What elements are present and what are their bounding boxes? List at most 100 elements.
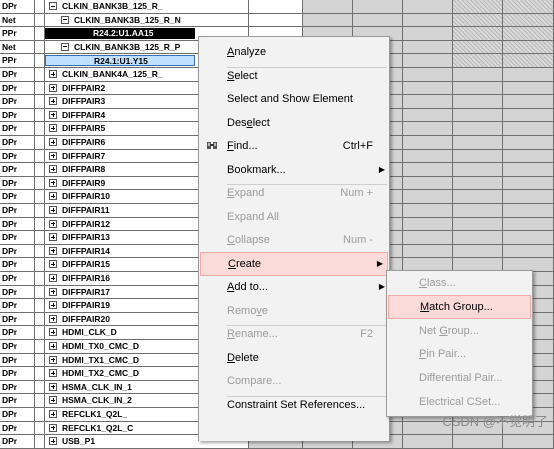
grid-cell[interactable] — [453, 40, 503, 55]
grid-cell[interactable] — [503, 231, 554, 245]
object-cell[interactable]: CLKIN_BANK3B_125_R_N — [45, 13, 249, 28]
object-cell[interactable]: CLKIN_BANK3B_125_R_ — [45, 0, 249, 14]
grid-cell[interactable] — [453, 122, 503, 136]
grid-cell[interactable] — [453, 27, 503, 41]
expand-icon[interactable] — [49, 369, 57, 378]
grid-cell[interactable] — [249, 0, 303, 14]
grid-cell[interactable] — [453, 217, 503, 232]
grid-cell[interactable] — [453, 190, 503, 204]
grid-cell[interactable] — [503, 27, 554, 41]
grid-cell[interactable] — [503, 13, 554, 28]
menu-item-delete[interactable]: Delete — [199, 346, 389, 370]
expand-icon[interactable] — [49, 233, 57, 242]
grid-cell[interactable] — [403, 54, 453, 68]
grid-cell[interactable] — [453, 149, 503, 164]
expand-icon[interactable] — [49, 355, 57, 364]
menu-item-pin-pair[interactable]: Pin Pair... — [387, 342, 532, 366]
grid-cell[interactable] — [403, 190, 453, 204]
grid-cell[interactable] — [453, 435, 503, 449]
grid-cell[interactable] — [403, 176, 453, 191]
grid-cell[interactable] — [403, 435, 453, 449]
grid-cell[interactable] — [503, 95, 554, 109]
expand-icon[interactable] — [49, 178, 57, 187]
grid-cell[interactable] — [503, 0, 554, 14]
expand-icon[interactable] — [49, 437, 57, 446]
menu-item-expand[interactable]: Expand Num + — [199, 181, 389, 205]
grid-cell[interactable] — [503, 68, 554, 82]
menu-item-net-group[interactable]: Net Group... — [387, 319, 532, 343]
expand-icon[interactable] — [49, 287, 57, 296]
expand-icon[interactable] — [49, 246, 57, 255]
expand-icon[interactable] — [49, 192, 57, 201]
grid-cell[interactable] — [353, 13, 403, 28]
grid-cell[interactable] — [403, 122, 453, 136]
collapse-icon[interactable] — [61, 42, 69, 51]
grid-cell[interactable] — [503, 435, 554, 449]
expand-icon[interactable] — [49, 124, 57, 133]
grid-cell[interactable] — [403, 27, 453, 41]
grid-cell[interactable] — [403, 95, 453, 109]
menu-item-create[interactable]: Create ▶ — [200, 251, 388, 276]
grid-cell[interactable] — [503, 40, 554, 55]
collapse-icon[interactable] — [49, 2, 57, 10]
menu-item-deselect[interactable]: Deselect — [199, 111, 389, 135]
menu-item-class[interactable]: Class... — [387, 271, 532, 295]
grid-cell[interactable] — [403, 68, 453, 82]
expand-icon[interactable] — [49, 410, 57, 418]
grid-cell[interactable] — [403, 13, 453, 28]
expand-icon[interactable] — [49, 138, 57, 146]
menu-item-rename[interactable]: Rename... F2 — [199, 322, 389, 346]
grid-cell[interactable] — [403, 217, 453, 232]
expand-icon[interactable] — [49, 342, 57, 350]
expand-icon[interactable] — [49, 151, 57, 160]
menu-item-find[interactable]: Find... Ctrl+F — [199, 134, 389, 158]
grid-cell[interactable] — [353, 0, 403, 14]
grid-cell[interactable] — [503, 136, 554, 150]
grid-cell[interactable] — [503, 204, 554, 218]
menu-item-bookmark[interactable]: Bookmark... ▶ — [199, 158, 389, 182]
expand-icon[interactable] — [49, 260, 57, 269]
expand-icon[interactable] — [49, 382, 57, 391]
grid-cell[interactable] — [403, 149, 453, 164]
expand-icon[interactable] — [49, 396, 57, 405]
menu-item-constraint-set-refs[interactable]: Constraint Set References... — [199, 393, 389, 417]
grid-cell[interactable] — [453, 95, 503, 109]
grid-cell[interactable] — [453, 54, 503, 68]
expand-icon[interactable] — [49, 206, 57, 214]
grid-cell[interactable] — [503, 190, 554, 204]
grid-cell[interactable] — [453, 244, 503, 259]
grid-cell[interactable] — [453, 163, 503, 177]
grid-cell[interactable] — [403, 244, 453, 259]
grid-cell[interactable] — [403, 108, 453, 123]
expand-icon[interactable] — [49, 110, 57, 119]
grid-cell[interactable] — [503, 122, 554, 136]
collapse-icon[interactable] — [61, 15, 69, 24]
menu-item-select[interactable]: Select — [199, 64, 389, 88]
grid-cell[interactable] — [503, 54, 554, 68]
menu-item-differential-pair[interactable]: Differential Pair... — [387, 366, 532, 390]
expand-icon[interactable] — [49, 83, 57, 92]
grid-cell[interactable] — [453, 108, 503, 123]
grid-cell[interactable] — [503, 244, 554, 259]
expand-icon[interactable] — [49, 301, 57, 310]
expand-icon[interactable] — [49, 314, 57, 323]
grid-cell[interactable] — [453, 231, 503, 245]
grid-cell[interactable] — [453, 13, 503, 28]
expand-icon[interactable] — [49, 70, 57, 78]
grid-cell[interactable] — [303, 13, 353, 28]
grid-cell[interactable] — [503, 163, 554, 177]
menu-item-add-to[interactable]: Add to... ▶ — [199, 275, 389, 299]
menu-item-match-group[interactable]: Match Group... — [388, 294, 531, 319]
expand-icon[interactable] — [49, 165, 57, 174]
grid-cell[interactable] — [453, 81, 503, 96]
table-row[interactable]: Net CLKIN_BANK3B_125_R_N — [0, 13, 554, 28]
table-row[interactable]: DPr CLKIN_BANK3B_125_R_ — [0, 0, 554, 14]
expand-icon[interactable] — [49, 219, 57, 228]
grid-cell[interactable] — [453, 204, 503, 218]
menu-item-remove[interactable]: Remove — [199, 299, 389, 323]
grid-cell[interactable] — [403, 0, 453, 14]
grid-cell[interactable] — [403, 81, 453, 96]
grid-cell[interactable] — [453, 136, 503, 150]
grid-cell[interactable] — [453, 68, 503, 82]
grid-cell[interactable] — [503, 81, 554, 96]
